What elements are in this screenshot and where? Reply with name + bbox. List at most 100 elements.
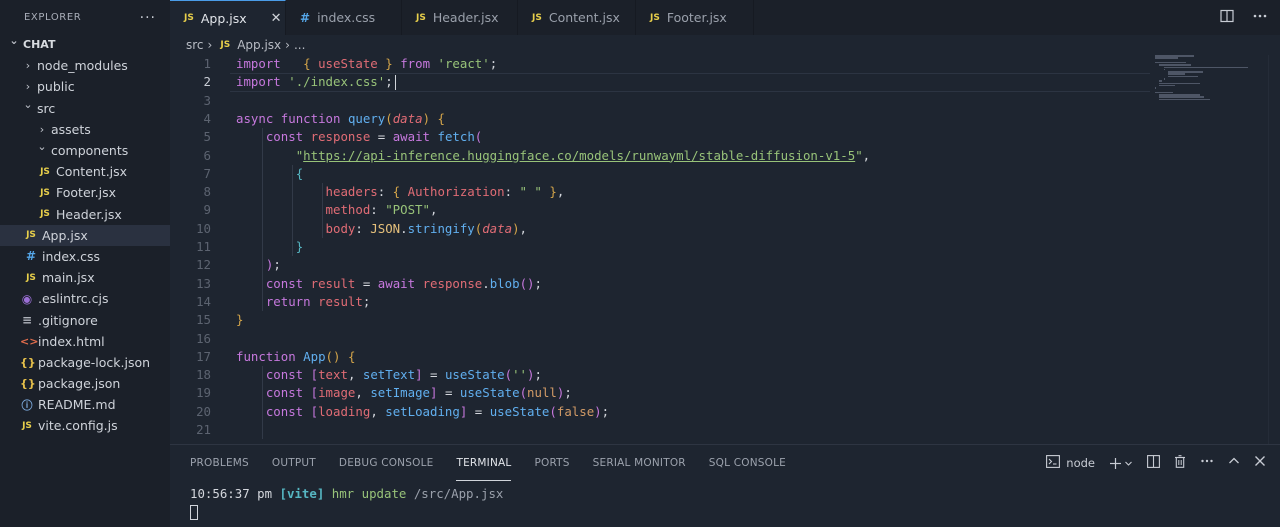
tree-file[interactable]: {} package.json [0, 373, 170, 394]
indent-guide [261, 128, 263, 312]
tree-folder[interactable]: › node_modules [0, 55, 170, 76]
code-token: setImage [370, 385, 431, 401]
code-token: const [265, 385, 304, 401]
trash-icon[interactable] [1174, 454, 1186, 472]
maximize-panel-icon[interactable] [1228, 455, 1240, 471]
tab-app-jsx[interactable]: JS App.jsx ✕ [170, 0, 286, 35]
tab-content-jsx[interactable]: JS Content.jsx [518, 0, 636, 35]
tree-folder[interactable]: ⌄ CHAT [0, 34, 170, 55]
code-token: } [236, 312, 244, 328]
code-editor[interactable]: 1 import { useState } from 'react'; 2 impor… [170, 55, 1280, 444]
code-line: import './index.css'; [236, 73, 396, 91]
code-token: function [280, 110, 341, 126]
more-actions-icon[interactable] [1252, 9, 1268, 27]
code-token: from [400, 56, 431, 71]
more-actions-icon[interactable] [1200, 455, 1214, 471]
minimap-line [1155, 91, 1173, 94]
code-token: ) [512, 220, 520, 236]
explorer-sidebar: EXPLORER ··· ⌄ CHAT › node_modules › public ⌄ s… [0, 0, 170, 527]
line-number: 16 [196, 330, 211, 346]
panel-tab-debug-console[interactable]: DEBUG CONSOLE [339, 445, 434, 481]
code-token: [ [310, 385, 319, 401]
terminal-selector[interactable]: node [1046, 454, 1095, 472]
code-token: App [303, 348, 326, 364]
code-token: = [370, 129, 393, 145]
code-token: '' [512, 367, 528, 383]
minimap[interactable] [1155, 55, 1270, 175]
panel-tab-serial-monitor[interactable]: SERIAL MONITOR [593, 445, 686, 481]
tab-label: Header.jsx [432, 10, 499, 25]
code-token: useState [459, 385, 520, 401]
tree-file[interactable]: <> index.html [0, 331, 170, 352]
panel-tab-ports[interactable]: PORTS [534, 445, 569, 481]
code-line: const [loading, setLoading] = useState(f… [236, 403, 609, 421]
code-token: ] [415, 367, 423, 383]
tree-folder[interactable]: › public [0, 76, 170, 97]
minimap-line [1163, 68, 1165, 71]
tree-folder[interactable]: ⌄ components [0, 140, 170, 161]
code-token: ) [422, 110, 431, 126]
chevron-right-icon: › [25, 59, 31, 73]
tree-file[interactable]: JS main.jsx [0, 267, 170, 288]
code-line: function App() { [236, 348, 355, 366]
close-icon[interactable]: ✕ [271, 11, 282, 26]
tab-index-css[interactable]: # index.css [286, 0, 402, 35]
tree-file[interactable]: JS App.jsx [0, 224, 170, 246]
tree-item-label: App.jsx [42, 227, 88, 243]
breadcrumb-symbol[interactable]: ... [294, 38, 305, 52]
tree-file[interactable]: JS vite.config.js [0, 415, 170, 436]
code-line: } [236, 238, 303, 256]
code-token: response [310, 129, 371, 145]
code-token: { [295, 165, 304, 181]
code-token: ) [594, 403, 602, 419]
tab-header-jsx[interactable]: JS Header.jsx [402, 0, 518, 35]
tree-file[interactable]: {} package-lock.json [0, 352, 170, 373]
split-terminal-icon[interactable] [1147, 454, 1160, 472]
code-token: const [265, 275, 304, 291]
tree-file[interactable]: ◉ .eslintrc.cjs [0, 288, 170, 309]
breadcrumb-folder[interactable]: src [186, 38, 204, 52]
split-editor-icon[interactable] [1220, 9, 1234, 27]
code-token: ; [534, 367, 542, 383]
code-token: . [400, 220, 408, 236]
tree-folder[interactable]: › assets [0, 119, 170, 140]
tree-folder[interactable]: ⌄ src [0, 98, 170, 119]
new-terminal-icon[interactable] [1109, 457, 1133, 470]
panel-tab-sql-console[interactable]: SQL CONSOLE [709, 445, 786, 481]
close-panel-icon[interactable] [1254, 455, 1266, 471]
code-token: stringify [407, 220, 475, 236]
code-token: 'react' [437, 56, 490, 71]
panel-tab-terminal[interactable]: TERMINAL [456, 445, 512, 481]
tree-file[interactable]: # index.css [0, 246, 170, 267]
code-line: const [text, setText] = useState(''); [236, 366, 542, 384]
code-token: import [236, 56, 281, 71]
tree-file[interactable]: ≡ .gitignore [0, 309, 170, 330]
breadcrumb-file[interactable]: App.jsx [237, 38, 281, 52]
editor-scrollbar[interactable] [1268, 55, 1280, 444]
tab-footer-jsx[interactable]: JS Footer.jsx [636, 0, 754, 35]
json-file-icon: {} [20, 355, 36, 369]
code-line: } [236, 311, 243, 329]
code-line: return result; [236, 293, 370, 311]
tree-file[interactable]: ⓘ README.md [0, 394, 170, 415]
text-cursor [394, 75, 396, 91]
code-token: = [422, 367, 445, 383]
tree-file[interactable]: JS Header.jsx [0, 204, 170, 225]
tree-item-label: Content.jsx [56, 164, 128, 180]
code-token: './index.css' [288, 74, 386, 90]
tree-item-label: vite.config.js [38, 418, 118, 434]
line-number: 1 [203, 56, 211, 71]
panel-tab-problems[interactable]: PROBLEMS [190, 445, 249, 481]
tree-file[interactable]: JS Content.jsx [0, 161, 170, 182]
tree-file[interactable]: JS Footer.jsx [0, 182, 170, 203]
line-number: 21 [196, 422, 211, 437]
file-tree: ⌄ CHAT › node_modules › public ⌄ src › assets ⌄ com… [0, 34, 170, 437]
code-token: = [355, 275, 378, 291]
panel-tab-output[interactable]: OUTPUT [272, 445, 316, 481]
terminal-output[interactable]: 10:56:37 pm [vite] hmr update /src/App.j… [190, 485, 503, 521]
more-actions-icon[interactable]: ··· [140, 10, 156, 26]
